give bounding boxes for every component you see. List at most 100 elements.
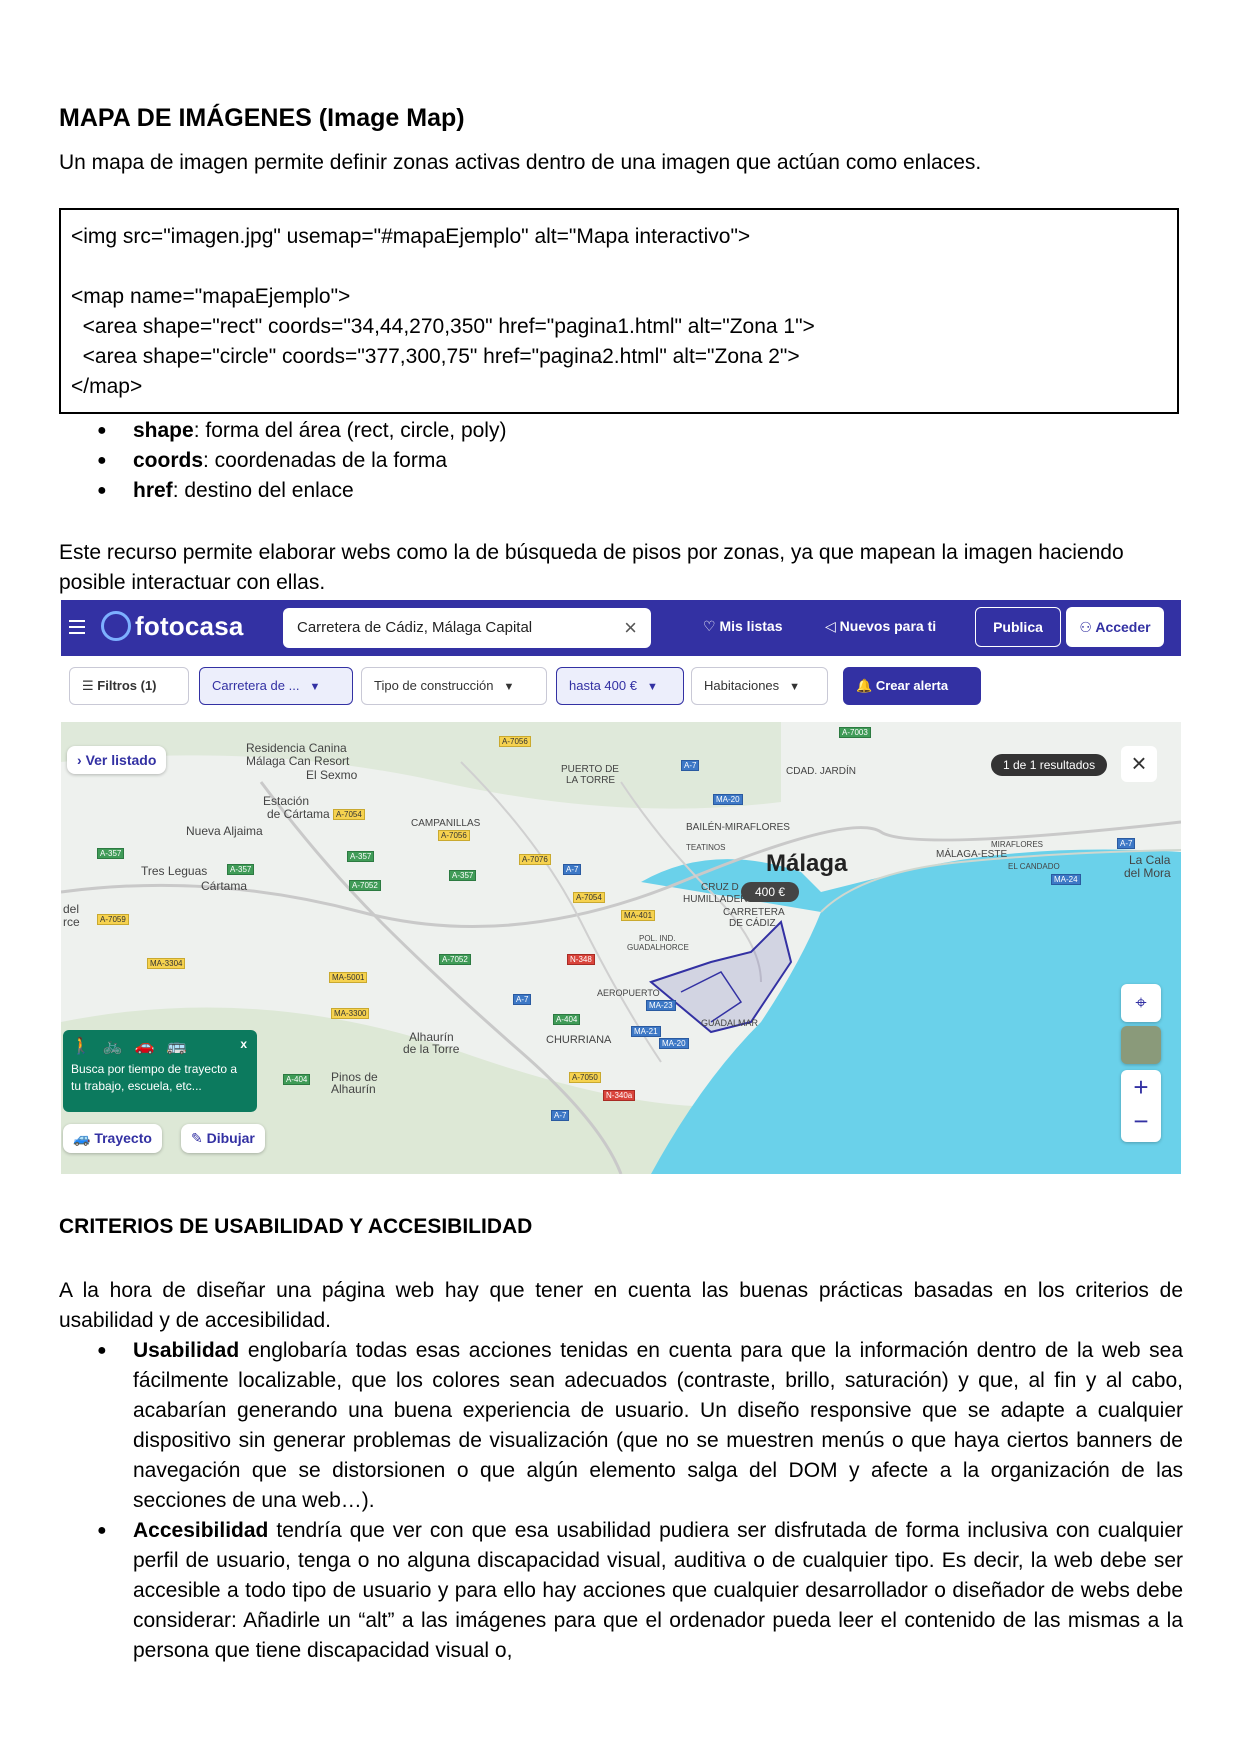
transport-icons: 🚶🚲🚗🚌: [71, 1038, 249, 1055]
road-label: MA-3304: [147, 958, 186, 969]
results-badge: 1 de 1 resultados: [991, 754, 1108, 776]
satellite-toggle[interactable]: [1121, 1026, 1161, 1064]
nav-nuevos[interactable]: ◁ Nuevos para ti: [825, 618, 936, 635]
walk-icon[interactable]: 🚶: [71, 1038, 103, 1055]
map-label: CRUZ D: [701, 882, 739, 893]
create-alert-button[interactable]: 🔔 Crear alerta: [843, 667, 981, 705]
road-label: A-7054: [573, 892, 605, 903]
road-label: A-7054: [333, 809, 365, 820]
clear-icon[interactable]: ×: [624, 608, 637, 648]
menu-icon[interactable]: [69, 620, 85, 634]
chevron-down-icon: ▼: [309, 681, 321, 693]
commute-button[interactable]: 🚙 Trayecto: [63, 1124, 162, 1153]
commute-tooltip: 🚶🚲🚗🚌 x Busca por tiempo de trayecto a tu…: [63, 1030, 257, 1112]
view-list-button[interactable]: › Ver listado: [67, 746, 167, 774]
road-label: A-357: [347, 851, 375, 862]
road-label: A-7056: [438, 830, 470, 841]
logo-mark-icon: [101, 611, 131, 642]
car-icon[interactable]: 🚗: [135, 1038, 167, 1055]
map-label: CARRETERA: [723, 907, 785, 918]
map-label: Estación: [263, 794, 310, 808]
location-pin-icon: ⌖: [1135, 992, 1147, 1014]
road-label: MA-21: [631, 1026, 661, 1037]
map-label: Tres Leguas: [141, 864, 208, 878]
map-label: HUMILLADERO: [683, 894, 756, 905]
chevron-right-icon: ›: [77, 752, 82, 768]
list-item: coords: coordenadas de la forma: [59, 446, 506, 476]
road-label: A-7: [1117, 838, 1136, 849]
close-map-button[interactable]: ×: [1121, 746, 1157, 782]
map-view[interactable]: › Ver listado 1 de 1 resultados × 400 € …: [61, 722, 1181, 1174]
map-label: Residencia Canina: [246, 741, 347, 755]
draw-icon: ✎: [191, 1130, 203, 1146]
top-navbar: fotocasa Carretera de Cádiz, Málaga Capi…: [61, 600, 1181, 656]
user-icon: ⚇: [1079, 619, 1092, 635]
close-icon[interactable]: x: [240, 1036, 247, 1053]
bus-icon[interactable]: 🚌: [167, 1038, 199, 1055]
road-label: A-7052: [349, 880, 381, 891]
map-label: CAMPANILLAS: [411, 818, 481, 829]
code-line: <img src="imagen.jpg" usemap="#mapaEjemp…: [71, 225, 751, 248]
city-label: Málaga: [766, 850, 848, 877]
map-label: LA TORRE: [566, 775, 616, 786]
map-label: El Sexmo: [306, 768, 358, 782]
list-item: shape: forma del área (rect, circle, pol…: [59, 416, 506, 446]
road-label: A-7: [563, 864, 582, 875]
road-label: A-7: [551, 1110, 570, 1121]
road-label: A-7: [513, 994, 532, 1005]
map-label: BAILÉN-MIRAFLORES: [686, 822, 790, 833]
road-label: MA-23: [646, 1000, 676, 1011]
zone-filter[interactable]: Carretera de ... ▼: [199, 667, 353, 705]
criteria-list: Usabilidad englobaría todas esas accione…: [59, 1336, 1183, 1666]
road-label: MA-20: [713, 794, 743, 805]
code-line: </map>: [71, 375, 143, 398]
rooms-filter[interactable]: Habitaciones ▼: [691, 667, 828, 705]
zoom-out-button[interactable]: −: [1121, 1104, 1161, 1138]
construction-type-filter[interactable]: Tipo de construcción ▼: [361, 667, 547, 705]
filters-button[interactable]: ☰ Filtros (1): [69, 667, 189, 705]
locate-button[interactable]: ⌖: [1121, 984, 1161, 1022]
road-label: MA-401: [621, 910, 656, 921]
road-label: N-348: [567, 954, 595, 965]
map-label: del Mora: [1124, 866, 1171, 880]
map-label: MIRAFLORES: [991, 840, 1044, 849]
bell-icon: 🔔: [856, 678, 873, 693]
megaphone-icon: ◁: [825, 618, 836, 634]
map-label: del: [63, 902, 80, 916]
zoom-in-button[interactable]: +: [1121, 1070, 1161, 1104]
road-label: A-7059: [97, 914, 129, 925]
road-label: A-7056: [499, 736, 531, 747]
road-label: A-404: [283, 1074, 311, 1085]
list-item: Accesibilidad tendría que ver con que es…: [59, 1516, 1183, 1666]
section-title-image-map: MAPA DE IMÁGENES (Image Map): [59, 104, 465, 132]
road-label: A-357: [97, 848, 125, 859]
sliders-icon: ☰: [82, 678, 94, 693]
map-label: GUADALHORCE: [627, 943, 689, 952]
map-label: DE CÁDIZ: [729, 918, 776, 929]
map-label: Nueva Aljaima: [186, 824, 263, 838]
fotocasa-screenshot: fotocasa Carretera de Cádiz, Málaga Capi…: [61, 600, 1181, 1174]
road-label: A-404: [553, 1014, 581, 1025]
filter-bar: ☰ Filtros (1) Carretera de ... ▼ Tipo de …: [61, 656, 1181, 722]
login-button[interactable]: ⚇ Acceder: [1066, 607, 1164, 647]
map-label: EL CANDADO: [1008, 862, 1060, 871]
chevron-down-icon: ▼: [789, 681, 801, 693]
map-label: rce: [63, 915, 80, 929]
attribute-list: shape: forma del área (rect, circle, pol…: [59, 416, 506, 506]
map-label: POL. IND.: [639, 934, 676, 943]
road-label: N-340a: [603, 1090, 636, 1101]
location-search-input[interactable]: Carretera de Cádiz, Málaga Capital ×: [283, 608, 651, 648]
nav-mis-listas[interactable]: ♡ Mis listas: [703, 618, 782, 635]
publish-button[interactable]: Publica: [975, 607, 1061, 647]
map-label: MÁLAGA-ESTE: [936, 849, 1008, 860]
tooltip-text: Busca por tiempo de trayecto a tu trabaj…: [71, 1062, 238, 1093]
body-paragraph: Este recurso permite elaborar webs como …: [59, 541, 1124, 594]
price-filter[interactable]: hasta 400 € ▼: [556, 667, 684, 705]
code-line: <area shape="circle" coords="377,300,75"…: [71, 345, 800, 368]
map-label: AEROPUERTO: [597, 988, 660, 998]
fotocasa-logo[interactable]: fotocasa: [101, 611, 244, 643]
draw-button[interactable]: ✎ Dibujar: [181, 1124, 265, 1153]
bike-icon[interactable]: 🚲: [103, 1038, 135, 1055]
road-label: MA-3300: [331, 1008, 370, 1019]
map-label: PUERTO DE: [561, 764, 619, 775]
